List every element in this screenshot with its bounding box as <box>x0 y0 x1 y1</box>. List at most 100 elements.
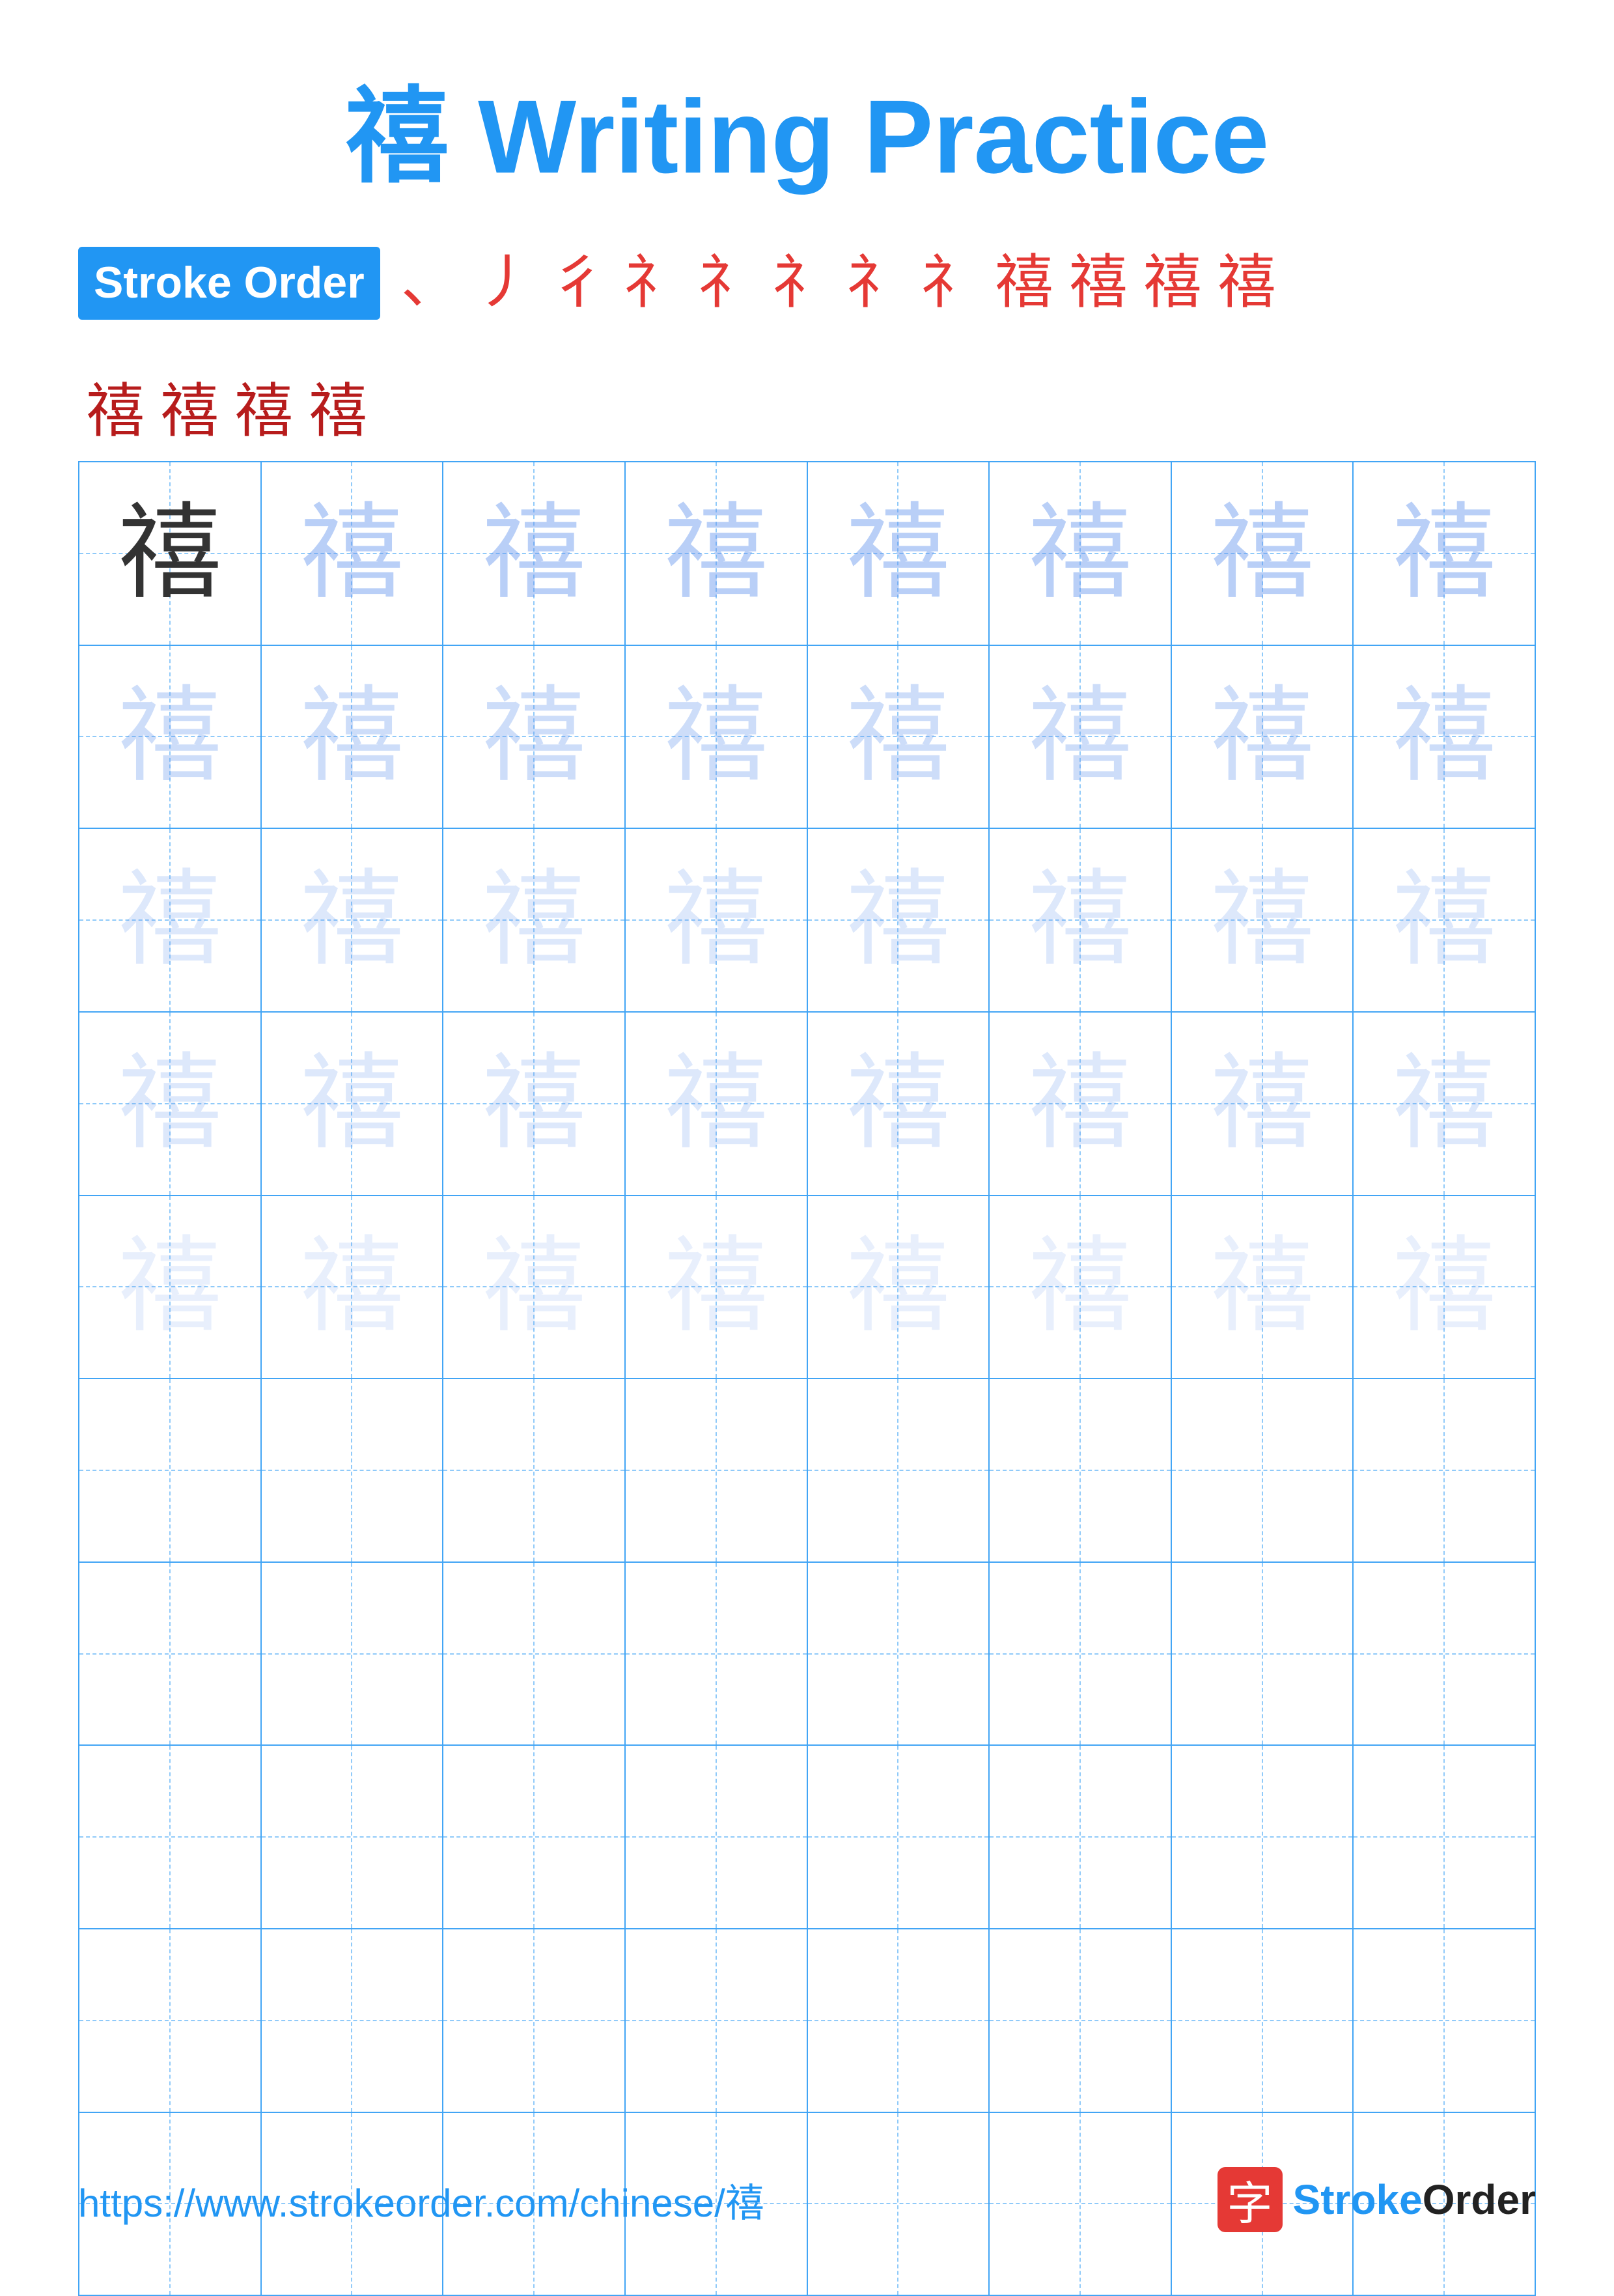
grid-cell-4-6[interactable]: 禧 <box>990 1013 1172 1195</box>
grid-cell-6-2[interactable] <box>262 1379 444 1561</box>
grid-cell-9-5[interactable] <box>808 1929 990 2112</box>
grid-cell-9-8[interactable] <box>1354 1929 1535 2112</box>
grid-cell-6-3[interactable] <box>443 1379 626 1561</box>
char-display: 禧 <box>482 1235 586 1339</box>
grid-cell-7-8[interactable] <box>1354 1563 1535 1745</box>
grid-cell-5-5[interactable]: 禧 <box>808 1196 990 1379</box>
char-display: 禧 <box>1392 1052 1496 1156</box>
grid-cell-6-5[interactable] <box>808 1379 990 1561</box>
grid-cell-3-7[interactable]: 禧 <box>1172 829 1354 1011</box>
grid-cell-2-1[interactable]: 禧 <box>79 646 262 828</box>
stroke-char-1: 、 <box>401 242 460 324</box>
grid-cell-4-5[interactable]: 禧 <box>808 1013 990 1195</box>
grid-cell-1-7[interactable]: 禧 <box>1172 462 1354 645</box>
grid-cell-1-4[interactable]: 禧 <box>626 462 808 645</box>
grid-cell-3-6[interactable]: 禧 <box>990 829 1172 1011</box>
grid-cell-7-4[interactable] <box>626 1563 808 1745</box>
char-display: 禧 <box>482 501 586 606</box>
grid-cell-6-7[interactable] <box>1172 1379 1354 1561</box>
grid-cell-2-3[interactable]: 禧 <box>443 646 626 828</box>
stroke-order-section: Stroke Order 、 丿 彳 礻 礻 礻 礻 礻 禧 禧 禧 禧 <box>78 242 1536 324</box>
stroke-char-2: 丿 <box>475 242 534 324</box>
char-display: 禧 <box>1392 501 1496 606</box>
grid-cell-2-4[interactable]: 禧 <box>626 646 808 828</box>
grid-cell-5-3[interactable]: 禧 <box>443 1196 626 1379</box>
grid-cell-3-8[interactable]: 禧 <box>1354 829 1535 1011</box>
grid-cell-8-6[interactable] <box>990 1746 1172 1928</box>
stroke-char-15: 禧 <box>234 363 293 448</box>
grid-cell-7-1[interactable] <box>79 1563 262 1745</box>
grid-row-7 <box>79 1563 1535 1746</box>
grid-cell-9-3[interactable] <box>443 1929 626 2112</box>
grid-cell-4-8[interactable]: 禧 <box>1354 1013 1535 1195</box>
grid-cell-2-8[interactable]: 禧 <box>1354 646 1535 828</box>
grid-cell-6-8[interactable] <box>1354 1379 1535 1561</box>
char-display: 禧 <box>1392 868 1496 972</box>
grid-cell-8-3[interactable] <box>443 1746 626 1928</box>
char-display: 禧 <box>299 501 404 606</box>
grid-cell-6-4[interactable] <box>626 1379 808 1561</box>
grid-cell-3-4[interactable]: 禧 <box>626 829 808 1011</box>
grid-cell-3-1[interactable]: 禧 <box>79 829 262 1011</box>
grid-cell-7-6[interactable] <box>990 1563 1172 1745</box>
char-display: 禧 <box>846 868 950 972</box>
grid-cell-5-7[interactable]: 禧 <box>1172 1196 1354 1379</box>
grid-cell-2-7[interactable]: 禧 <box>1172 646 1354 828</box>
grid-cell-1-1[interactable]: 禧 <box>79 462 262 645</box>
stroke-char-5: 礻 <box>698 242 757 324</box>
grid-cell-9-7[interactable] <box>1172 1929 1354 2112</box>
char-display: 禧 <box>1210 501 1315 606</box>
grid-cell-3-2[interactable]: 禧 <box>262 829 444 1011</box>
grid-cell-8-2[interactable] <box>262 1746 444 1928</box>
char-display: 禧 <box>482 1052 586 1156</box>
grid-cell-2-5[interactable]: 禧 <box>808 646 990 828</box>
grid-cell-8-8[interactable] <box>1354 1746 1535 1928</box>
grid-cell-8-4[interactable] <box>626 1746 808 1928</box>
page: 禧 Writing Practice Stroke Order 、 丿 彳 礻 … <box>0 0 1614 2284</box>
char-display: 禧 <box>118 1235 222 1339</box>
grid-cell-9-1[interactable] <box>79 1929 262 2112</box>
grid-cell-8-7[interactable] <box>1172 1746 1354 1928</box>
grid-cell-4-1[interactable]: 禧 <box>79 1013 262 1195</box>
grid-cell-1-6[interactable]: 禧 <box>990 462 1172 645</box>
footer-url[interactable]: https://www.strokeorder.com/chinese/禧 <box>78 2172 764 2228</box>
practice-grid: 禧 禧 禧 禧 禧 禧 禧 禧 禧 禧 禧 禧 禧 禧 禧 禧 禧 禧 禧 禧 … <box>78 461 1536 2296</box>
grid-cell-7-7[interactable] <box>1172 1563 1354 1745</box>
grid-cell-3-3[interactable]: 禧 <box>443 829 626 1011</box>
grid-row-3: 禧 禧 禧 禧 禧 禧 禧 禧 <box>79 829 1535 1013</box>
grid-cell-7-5[interactable] <box>808 1563 990 1745</box>
char-display: 禧 <box>664 1052 768 1156</box>
grid-cell-7-2[interactable] <box>262 1563 444 1745</box>
grid-cell-9-2[interactable] <box>262 1929 444 2112</box>
footer-logo: 字 StrokeOrder <box>1217 2167 1536 2232</box>
grid-cell-9-4[interactable] <box>626 1929 808 2112</box>
grid-cell-5-2[interactable]: 禧 <box>262 1196 444 1379</box>
grid-cell-5-6[interactable]: 禧 <box>990 1196 1172 1379</box>
grid-cell-4-2[interactable]: 禧 <box>262 1013 444 1195</box>
grid-cell-1-2[interactable]: 禧 <box>262 462 444 645</box>
grid-cell-4-3[interactable]: 禧 <box>443 1013 626 1195</box>
char-display: 禧 <box>482 868 586 972</box>
grid-cell-5-4[interactable]: 禧 <box>626 1196 808 1379</box>
grid-cell-1-8[interactable]: 禧 <box>1354 462 1535 645</box>
grid-cell-8-1[interactable] <box>79 1746 262 1928</box>
char-display: 禧 <box>118 1052 222 1156</box>
grid-cell-7-3[interactable] <box>443 1563 626 1745</box>
grid-cell-8-5[interactable] <box>808 1746 990 1928</box>
grid-cell-4-4[interactable]: 禧 <box>626 1013 808 1195</box>
grid-cell-3-5[interactable]: 禧 <box>808 829 990 1011</box>
grid-cell-5-8[interactable]: 禧 <box>1354 1196 1535 1379</box>
grid-cell-2-6[interactable]: 禧 <box>990 646 1172 828</box>
grid-cell-4-7[interactable]: 禧 <box>1172 1013 1354 1195</box>
grid-cell-1-5[interactable]: 禧 <box>808 462 990 645</box>
char-display: 禧 <box>118 868 222 972</box>
grid-cell-6-6[interactable] <box>990 1379 1172 1561</box>
grid-cell-6-1[interactable] <box>79 1379 262 1561</box>
grid-cell-2-2[interactable]: 禧 <box>262 646 444 828</box>
grid-cell-1-3[interactable]: 禧 <box>443 462 626 645</box>
stroke-char-12: 禧 <box>1217 242 1276 324</box>
char-display: 禧 <box>118 684 222 789</box>
grid-cell-9-6[interactable] <box>990 1929 1172 2112</box>
stroke-char-11: 禧 <box>1143 242 1202 324</box>
grid-cell-5-1[interactable]: 禧 <box>79 1196 262 1379</box>
